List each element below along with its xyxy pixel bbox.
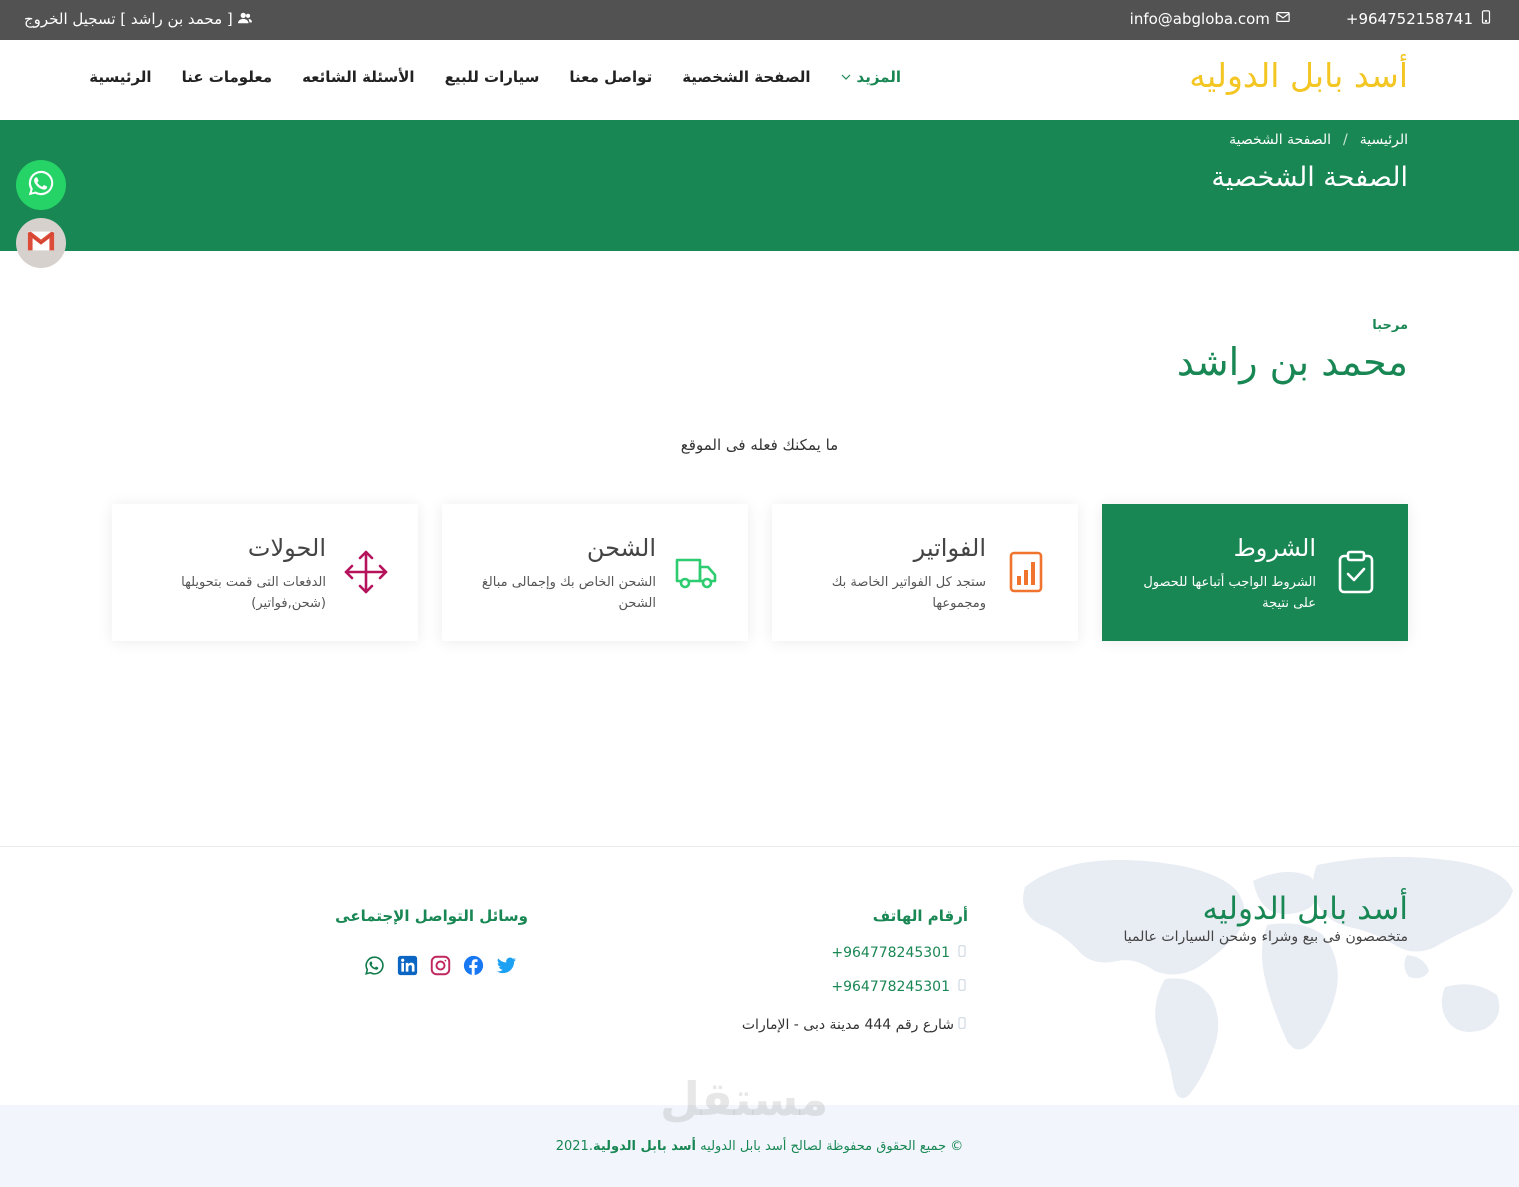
main-header: أسد بابل الدوليه الرئيسية معلومات عنا ال…	[0, 40, 1519, 120]
chevron-down-icon	[841, 68, 851, 86]
user-name-heading: محمد بن راشد	[1176, 340, 1408, 384]
site-logo[interactable]: أسد بابل الدوليه	[1189, 56, 1408, 95]
copyright-text: © جميع الحقوق محفوظة لصالح أسد بابل الدو…	[0, 1139, 1519, 1154]
chart-bars-icon	[1004, 550, 1048, 594]
copyright-brand[interactable]: أسد بابل الدولية	[593, 1139, 696, 1154]
whatsapp-icon[interactable]	[364, 955, 385, 976]
footer-phone-1-text: +964778245301	[831, 945, 950, 961]
card-invoices-desc: ستجد كل الفواتير الخاصة بك ومجموعها	[831, 575, 986, 611]
nav-contact[interactable]: تواصل معنا	[569, 68, 652, 86]
phone-link[interactable]: +964752158741	[1346, 10, 1493, 28]
mobile-icon	[1479, 10, 1493, 28]
nav-cars-for-sale[interactable]: سيارات للبيع	[445, 68, 540, 86]
copyright-year: .2021	[555, 1139, 593, 1154]
nav-profile[interactable]: الصفحة الشخصية	[682, 68, 810, 86]
card-invoices[interactable]: الفواتير ستجد كل الفواتير الخاصة بك ومجم…	[772, 504, 1078, 641]
mobile-icon	[956, 945, 968, 961]
email-link[interactable]: info@abgloba.com	[1130, 10, 1290, 28]
gmail-icon	[26, 229, 56, 257]
top-bar: [ محمد بن راشد ] تسجيل الخروج info@abglo…	[0, 0, 1519, 40]
footer-phone-1[interactable]: +964778245301	[831, 945, 968, 961]
breadcrumb-separator: /	[1343, 132, 1348, 148]
footer-phone-2[interactable]: +964778245301	[831, 979, 968, 995]
card-transfers-desc: الدفعات التى قمت بتحويلها (شحن,فواتير)	[181, 575, 326, 611]
clipboard-check-icon	[1334, 550, 1378, 594]
floating-whatsapp-button[interactable]	[16, 160, 66, 210]
card-terms-title: الشروط	[1233, 534, 1316, 562]
watermark: مستقل	[660, 1072, 829, 1126]
section-subtitle: ما يمكنك فعله فى الموقع	[680, 436, 839, 454]
page-title: الصفحة الشخصية	[1211, 162, 1408, 193]
nav-about[interactable]: معلومات عنا	[182, 68, 273, 86]
instagram-icon[interactable]	[430, 955, 451, 976]
map-marker-icon	[956, 1017, 968, 1033]
social-links	[364, 955, 517, 976]
footer-tagline: متخصصون فى بيع وشراء وشحن السيارات عالمي…	[1123, 929, 1409, 945]
main-nav: الرئيسية معلومات عنا الأسئلة الشائعه سيا…	[89, 68, 901, 86]
phones-heading: أرقام الهاتف	[872, 907, 968, 925]
nav-more-label: المزيد	[856, 68, 901, 86]
users-icon	[237, 11, 252, 29]
linkedin-icon[interactable]	[397, 955, 418, 976]
phone-text: +964752158741	[1345, 10, 1473, 28]
footer-address: شارع رقم 444 مدينة دبى - الإمارات	[742, 1017, 968, 1033]
card-transfers-title: الحولات	[247, 534, 326, 562]
card-shipping-title: الشحن	[586, 534, 656, 562]
page-hero: الرئيسية / الصفحة الشخصية الصفحة الشخصية	[0, 120, 1519, 251]
footer-address-text: شارع رقم 444 مدينة دبى - الإمارات	[741, 1017, 954, 1033]
arrows-move-icon	[344, 550, 388, 594]
breadcrumb: الرئيسية / الصفحة الشخصية	[1229, 132, 1408, 148]
user-logout-link[interactable]: [ محمد بن راشد ] تسجيل الخروج	[24, 10, 252, 29]
social-heading: وسائل التواصل الإجتماعى	[335, 907, 528, 925]
envelope-icon	[1276, 10, 1290, 28]
nav-home[interactable]: الرئيسية	[89, 68, 151, 86]
nav-more-dropdown[interactable]: المزيد	[841, 68, 901, 86]
card-invoices-title: الفواتير	[913, 534, 986, 562]
footer-phone-2-text: +964778245301	[831, 979, 950, 995]
card-terms[interactable]: الشروط الشروط الواجب أتباعها للحصول على …	[1102, 504, 1408, 641]
user-logout-text: [ محمد بن راشد ] تسجيل الخروج	[24, 10, 233, 28]
card-terms-desc: الشروط الواجب أتباعها للحصول على نتيجة	[1143, 575, 1316, 611]
card-shipping-desc: الشحن الخاص بك وإجمالى مبالغ الشحن	[481, 575, 656, 611]
card-transfers[interactable]: الحولات الدفعات التى قمت بتحويلها (شحن,ف…	[112, 504, 418, 641]
site-footer: أسد بابل الدوليه متخصصون فى بيع وشراء وش…	[0, 846, 1519, 1105]
email-text: info@abgloba.com	[1129, 10, 1270, 28]
world-map-graphic	[1023, 856, 1513, 1099]
facebook-icon[interactable]	[463, 955, 484, 976]
footer-brand: أسد بابل الدوليه	[1202, 891, 1408, 927]
truck-icon	[674, 550, 718, 594]
breadcrumb-home[interactable]: الرئيسية	[1360, 132, 1408, 148]
copyright-prefix: © جميع الحقوق محفوظة لصالح أسد بابل الدو…	[700, 1139, 964, 1154]
welcome-label: مرحبا	[1372, 318, 1408, 333]
twitter-icon[interactable]	[496, 955, 517, 976]
whatsapp-icon	[26, 168, 56, 202]
floating-gmail-button[interactable]	[16, 218, 66, 268]
nav-faq[interactable]: الأسئلة الشائعه	[302, 68, 415, 86]
mobile-icon	[956, 979, 968, 995]
card-shipping[interactable]: الشحن الشحن الخاص بك وإجمالى مبالغ الشحن	[442, 504, 748, 641]
breadcrumb-current: الصفحة الشخصية	[1229, 132, 1332, 148]
